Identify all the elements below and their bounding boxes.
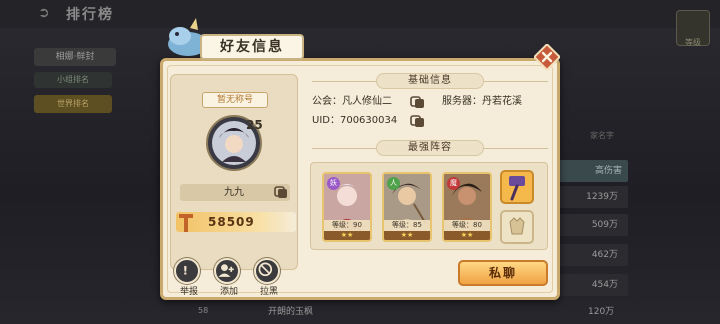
combat-power-icon — [179, 214, 193, 232]
tab-small-group[interactable]: 小组排名 — [34, 72, 112, 88]
block-label: 拉黑 — [259, 287, 278, 297]
bottom-player-name: 开朗的玉枫 — [268, 307, 314, 317]
table-row: 509万 — [548, 214, 628, 236]
block-icon — [254, 258, 280, 284]
add-friend-label: 添加 — [219, 287, 238, 297]
hero-card-1[interactable]: 妖 等级：90 ★★ — [322, 172, 372, 242]
basic-info-header: 基础信息 — [376, 73, 484, 89]
guild-info: 公会：凡人修仙二 — [312, 96, 392, 107]
hero-faction-tag: 妖 — [327, 177, 340, 190]
hero-card-2[interactable]: 人 等级：85 ★★ — [382, 172, 432, 242]
lineup-header: 最强阵容 — [376, 140, 484, 156]
level-badge: 25 — [246, 118, 263, 132]
dialog-title: 好友信息 — [220, 39, 284, 55]
hero-stars: ★★ — [444, 231, 490, 240]
report-icon: ! — [174, 258, 200, 284]
combat-power-value: 58509 — [208, 215, 255, 229]
table-row: 454万 — [548, 274, 628, 296]
uid-info: UID：700630034 — [312, 115, 398, 126]
close-button[interactable] — [534, 44, 560, 70]
hero-level: 等级：80 — [444, 220, 490, 231]
report-label: 举报 — [179, 287, 198, 297]
tab-world[interactable]: 世界排名 — [34, 95, 112, 113]
screen-title: 排行榜 — [66, 7, 114, 23]
nickname-badge: 暂无称号 — [202, 92, 268, 108]
copy-guild-icon[interactable] — [410, 96, 425, 109]
bottom-player-power: 120万 — [588, 307, 615, 317]
hero-faction-tag: 魔 — [447, 177, 460, 190]
bottom-rank: 58 — [198, 306, 209, 315]
column-header: 高伤害 — [548, 160, 628, 182]
artifact-hammer-icon[interactable] — [500, 170, 534, 204]
private-chat-button[interactable]: 私聊 — [458, 260, 548, 286]
hero-level: 等级：85 — [384, 220, 430, 231]
copy-uid-icon[interactable] — [410, 115, 425, 128]
table-row: 1239万 — [548, 186, 628, 208]
column-name-label: 家名字 — [590, 131, 614, 140]
hero-stars: ★★ — [384, 231, 430, 240]
hero-level: 等级：90 — [324, 220, 370, 231]
hero-card-3[interactable]: 魔 等级：80 ★★ — [442, 172, 492, 242]
back-arrow-icon[interactable]: ➲ — [38, 6, 58, 20]
player-name: 九九 — [224, 187, 244, 198]
server-info: 服务器：丹若花溪 — [442, 96, 522, 107]
copy-name-icon[interactable] — [274, 186, 288, 199]
filter-tab[interactable]: 相娜·鲜封 — [34, 48, 116, 66]
table-row: 462万 — [548, 244, 628, 266]
report-button[interactable]: ! 举报 — [170, 258, 202, 297]
block-button[interactable]: 拉黑 — [250, 258, 282, 297]
hero-stars: ★★ — [324, 231, 370, 240]
add-friend-icon — [214, 258, 240, 284]
pet-slot-icon[interactable] — [500, 210, 534, 244]
gift-label: 等级 — [685, 38, 701, 47]
hero-faction-tag: 人 — [387, 177, 400, 190]
svg-text:!: ! — [183, 263, 188, 277]
add-friend-button[interactable]: 添加 — [210, 258, 242, 297]
